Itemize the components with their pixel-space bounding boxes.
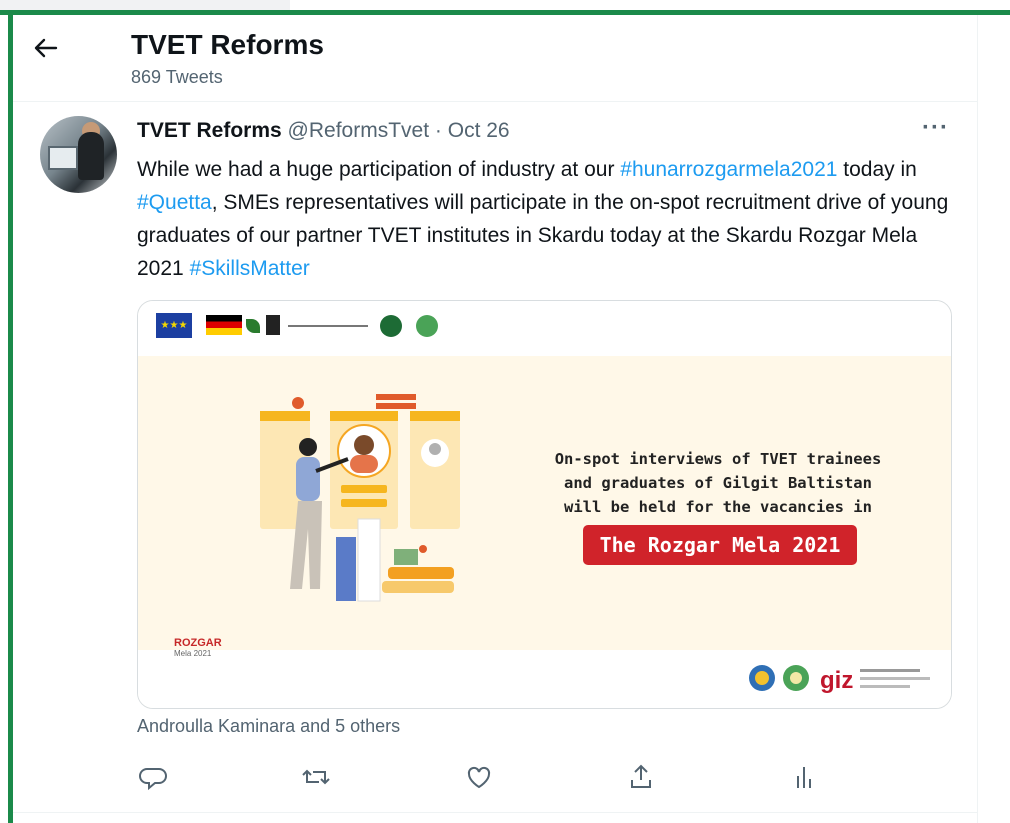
rozgar-logo-sub: Mela 2021	[174, 649, 212, 658]
german-cooperation-logo	[206, 315, 242, 335]
author-name[interactable]: TVET Reforms	[137, 119, 282, 142]
page-title: TVET Reforms	[131, 29, 324, 60]
rozgar-mela-badge: The Rozgar Mela 2021	[583, 525, 857, 565]
back-arrow-icon[interactable]	[30, 33, 60, 63]
norwegian-embassy-logo	[288, 325, 368, 327]
hashtag-link[interactable]: #hunarrozgarmela2021	[620, 158, 837, 181]
government-emblem-logo	[380, 315, 402, 337]
retweet-icon[interactable]	[299, 760, 333, 794]
card-message-line: and graduates of Gilgit Baltistan	[564, 474, 872, 492]
tweet-date[interactable]: Oct 26	[448, 119, 510, 142]
share-icon[interactable]	[624, 760, 658, 794]
tweet-media-card[interactable]: ★★★ On-spot interviews of TVET trainees …	[137, 300, 952, 709]
rozgar-mela-logo: ROZGAR Mela 2021	[174, 637, 254, 667]
hashtag-link[interactable]: #Quetta	[137, 191, 212, 214]
recruitment-illustration	[260, 394, 460, 602]
government-emblem-logo-2	[416, 315, 438, 337]
avatar[interactable]	[40, 116, 117, 193]
norway-crest-logo	[266, 315, 280, 335]
card-message: On-spot interviews of TVET trainees and …	[548, 447, 888, 519]
author-handle[interactable]: @ReformsTvet	[288, 119, 430, 142]
tweet-text: While we had a huge participation of ind…	[137, 153, 957, 285]
leaf-logo	[246, 319, 260, 333]
social-context[interactable]: Androulla Kaminara and 5 others	[137, 716, 400, 737]
frame-border-left	[8, 10, 13, 823]
eu-flag-logo: ★★★	[156, 313, 192, 338]
reply-icon[interactable]	[137, 760, 171, 794]
hashtag-link[interactable]: #SkillsMatter	[190, 257, 310, 280]
tweet-actions	[137, 760, 837, 796]
more-options-icon[interactable]: ···	[922, 114, 949, 142]
profile-header: TVET Reforms 869 Tweets	[13, 15, 978, 102]
tweet-text-part: While we had a huge participation of ind…	[137, 158, 621, 181]
tweet-divider	[13, 812, 978, 813]
tweet-text-part: today in	[837, 158, 917, 181]
sponsor-logos: giz	[749, 665, 930, 694]
giz-logo-text: giz	[820, 667, 853, 694]
rozgar-logo-text: ROZGAR	[174, 637, 222, 649]
top-gray-strip	[0, 0, 290, 10]
tweet-meta: TVET Reforms @ReformsTvet · Oct 26	[137, 119, 510, 143]
card-message-line: will be held for the vacancies in	[564, 498, 872, 516]
meta-separator: ·	[434, 119, 442, 142]
card-message-line: On-spot interviews of TVET trainees	[554, 450, 882, 468]
like-icon[interactable]	[462, 760, 496, 794]
tweet-count: 869 Tweets	[131, 67, 223, 87]
column-divider	[977, 15, 978, 823]
partner-logos-bar: ★★★	[138, 301, 951, 356]
analytics-icon[interactable]	[787, 760, 821, 794]
